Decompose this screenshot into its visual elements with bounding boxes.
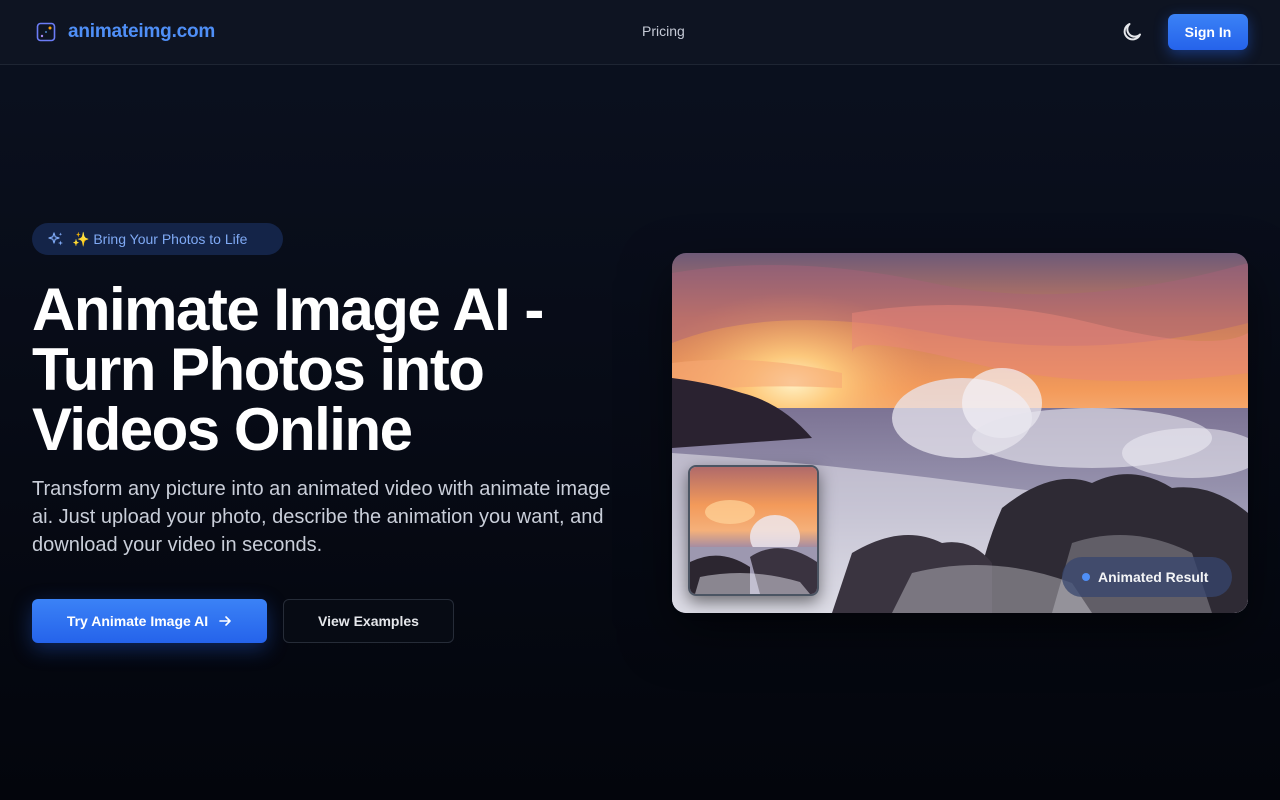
try-button-label: Try Animate Image AI (66, 613, 209, 629)
view-examples-button[interactable]: View Examples (283, 599, 454, 643)
hero-tagline-pill: ✨ Bring Your Photos to Life (32, 223, 283, 255)
sunset-waves-thumbnail (688, 465, 819, 596)
hero-subtitle: Transform any picture into an animated v… (32, 478, 611, 556)
arrow-right-icon (218, 614, 232, 628)
top-navbar: animateimg.com Pricing Sign In (0, 0, 1280, 65)
brand-logo-link[interactable]: animateimg.com (36, 21, 215, 43)
badge-label: Animated Result (1098, 569, 1209, 585)
sign-in-button[interactable]: Sign In (1168, 14, 1248, 50)
hero-title: Animate Image AI - Turn Photos into Vide… (32, 280, 632, 460)
brand-name: animateimg.com (68, 21, 216, 42)
hero-title-line: Animate Image AI - (32, 276, 544, 343)
nav-link-pricing[interactable]: Pricing (642, 23, 685, 39)
tagline-text: ✨ Bring Your Photos to Life (72, 230, 248, 247)
hero-title-line: Turn Photos into (32, 336, 485, 403)
thumbnail-image (690, 467, 817, 594)
try-animate-image-button[interactable]: Try Animate Image AI (32, 599, 267, 643)
status-dot (1082, 573, 1090, 581)
moon-icon (1123, 23, 1141, 41)
hero-title-line: Videos Online (32, 396, 413, 463)
animated-result-badge: Animated Result (1062, 557, 1232, 597)
sparkles-icon (48, 232, 63, 246)
image-sparkle-icon (36, 22, 56, 42)
theme-toggle-button[interactable] (1119, 19, 1145, 45)
